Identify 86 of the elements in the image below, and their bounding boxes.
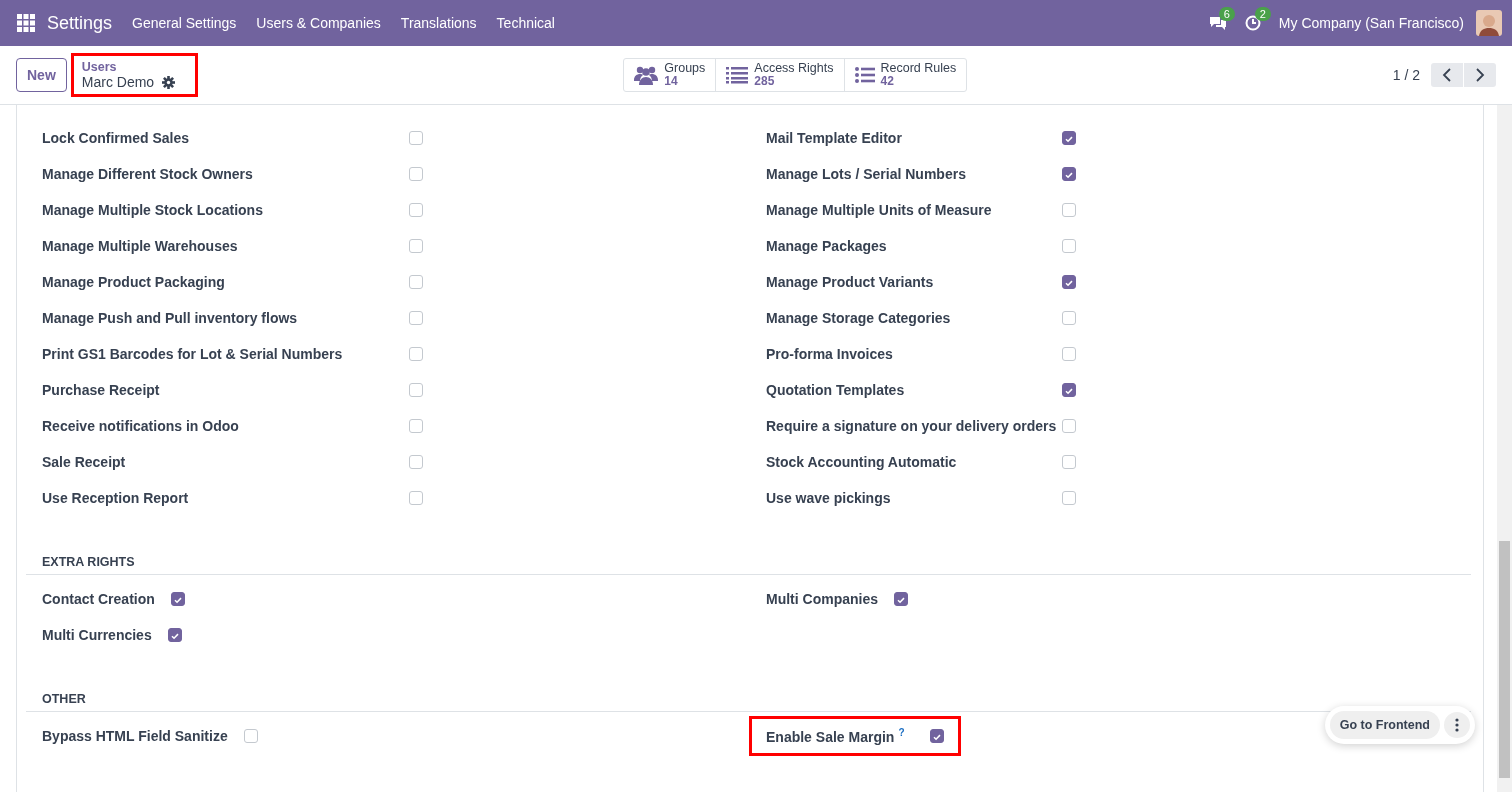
field-label: Require a signature on your delivery orders <box>766 418 1058 434</box>
stat-button[interactable]: Groups 14 <box>624 59 717 91</box>
field-label: Use wave pickings <box>766 490 892 506</box>
checkbox[interactable] <box>409 491 423 505</box>
field-label: Use Reception Report <box>42 490 190 506</box>
checkbox[interactable] <box>1062 275 1076 289</box>
field-label: Pro-forma Invoices <box>766 346 894 362</box>
list-icon <box>854 67 875 83</box>
field-label: Manage Lots / Serial Numbers <box>766 166 967 182</box>
field-label: Print GS1 Barcodes for Lot & Serial Numbers <box>42 346 344 362</box>
field-label: Quotation Templates <box>766 382 906 398</box>
checkbox[interactable] <box>1062 203 1076 217</box>
checkbox[interactable] <box>409 419 423 433</box>
checkbox[interactable] <box>409 203 423 217</box>
field-label: Stock Accounting Automatic <box>766 454 958 470</box>
field-label: Manage Multiple Stock Locations <box>42 202 264 218</box>
field-label: Receive notifications in Odoo <box>42 418 240 434</box>
checkbox[interactable] <box>167 628 182 642</box>
field-label: Multi Companies <box>766 591 878 607</box>
checkbox[interactable] <box>1062 167 1076 181</box>
field-label: Manage Multiple Warehouses <box>42 238 239 254</box>
list-icon <box>726 66 749 84</box>
checkbox[interactable] <box>1062 491 1076 505</box>
field-label: Manage Product Packaging <box>42 274 226 290</box>
field-label: Manage Multiple Units of Measure <box>766 202 993 218</box>
field-label: Manage Different Stock Owners <box>42 166 254 182</box>
checkbox[interactable] <box>170 592 185 606</box>
field-label: Manage Packages <box>766 238 888 254</box>
apps-menu-icon[interactable] <box>17 14 35 32</box>
checkbox[interactable] <box>1062 311 1076 325</box>
field-label: Multi Currencies <box>42 627 152 643</box>
stat-button[interactable]: Access Rights 285 <box>716 59 845 91</box>
checkbox[interactable] <box>930 729 945 743</box>
help-marker[interactable]: ? <box>898 727 905 739</box>
company-switcher[interactable]: My Company (San Francisco) <box>1278 15 1464 31</box>
field-label: Lock Confirmed Sales <box>42 130 191 146</box>
checkbox[interactable] <box>409 239 423 253</box>
settings-icon[interactable] <box>162 75 176 89</box>
field-label: Contact Creation <box>42 591 155 607</box>
breadcrumb-link[interactable]: Users <box>81 60 187 74</box>
frontend-button[interactable]: Go to Frontend <box>1329 711 1440 739</box>
field-label: Manage Storage Categories <box>766 310 952 326</box>
section-heading: EXTRA RIGHTS <box>26 541 1471 575</box>
record-title: Marc Demo <box>81 74 155 90</box>
checkbox[interactable] <box>409 131 423 145</box>
previous-button[interactable] <box>1431 63 1463 87</box>
more-button[interactable] <box>1444 712 1470 738</box>
checkbox[interactable] <box>894 592 908 606</box>
menu-item[interactable]: Technical <box>486 15 565 31</box>
chevron-right-icon <box>1475 68 1485 82</box>
clock-icon[interactable] <box>1244 15 1261 31</box>
checkbox[interactable] <box>1062 239 1076 253</box>
menu-item[interactable]: Translations <box>390 15 487 31</box>
count-badge: 6 <box>1218 7 1235 21</box>
checkbox[interactable] <box>1062 383 1076 397</box>
checkbox[interactable] <box>1062 455 1076 469</box>
field-label: Bypass HTML Field Sanitize <box>42 728 228 744</box>
checkbox[interactable] <box>243 729 258 743</box>
avatar-icon[interactable] <box>1476 10 1502 36</box>
field-label: Manage Push and Pull inventory flows <box>42 310 299 326</box>
chevron-left-icon <box>1442 68 1452 82</box>
checkbox[interactable] <box>409 275 423 289</box>
kebab-menu-icon <box>1455 718 1459 732</box>
checkbox[interactable] <box>409 383 423 397</box>
menu-item[interactable]: Users & Companies <box>246 15 391 31</box>
scrollbar[interactable] <box>1497 105 1512 792</box>
next-button[interactable] <box>1464 63 1496 87</box>
checkbox[interactable] <box>1062 347 1076 361</box>
menu-item[interactable]: General Settings <box>122 15 247 31</box>
checkbox[interactable] <box>409 347 423 361</box>
checkbox[interactable] <box>409 311 423 325</box>
field-label: Manage Product Variants <box>766 274 935 290</box>
stat-button[interactable]: Record Rules 42 <box>844 59 967 91</box>
checkbox[interactable] <box>1062 131 1076 145</box>
checkbox[interactable] <box>409 455 423 469</box>
field-label: Enable Sale Margin $^{?}$ <box>766 727 906 745</box>
count-badge: 2 <box>1254 7 1271 21</box>
people-icon <box>634 65 659 85</box>
field-label: Sale Receipt <box>42 454 127 470</box>
pager-value: 1 / 2 <box>1392 67 1420 83</box>
field-label: Mail Template Editor <box>766 130 903 146</box>
checkbox[interactable] <box>409 167 423 181</box>
field-label: Purchase Receipt <box>42 382 161 398</box>
new-button[interactable]: New <box>16 58 67 92</box>
app-title[interactable]: Settings <box>47 12 113 34</box>
checkbox[interactable] <box>1062 419 1076 433</box>
